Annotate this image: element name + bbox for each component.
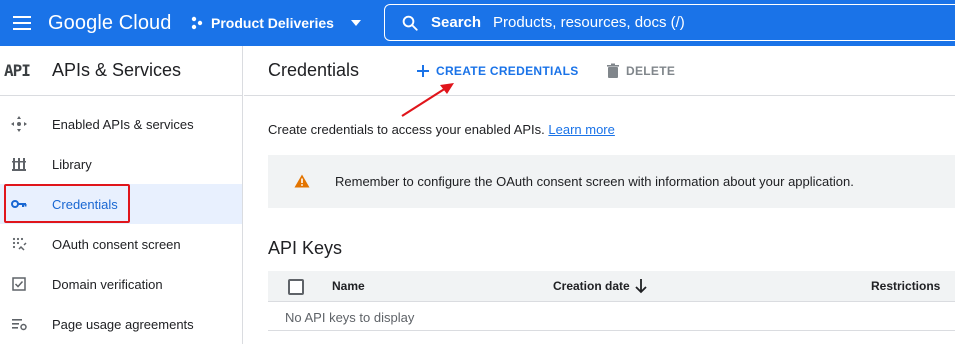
page-header: Credentials CREATE CREDENTIALS DELETE [244,46,955,96]
search-icon [402,15,418,31]
library-icon [10,155,28,173]
sidebar-item-oauth-consent[interactable]: OAuth consent screen [0,224,242,264]
empty-state-text: No API keys to display [285,310,415,325]
select-all-checkbox[interactable] [288,279,304,295]
column-header-restrictions[interactable]: Restrictions [871,279,940,293]
table-header-row: Name Creation date Restrictions [268,271,955,302]
google-cloud-logo[interactable]: Google Cloud [48,11,172,35]
create-credentials-button[interactable]: CREATE CREDENTIALS [416,59,579,83]
sidebar-item-label: Library [52,156,92,172]
intro-text: Create credentials to access your enable… [268,122,615,137]
sidebar-item-credentials[interactable]: Credentials [0,184,242,224]
sidebar-item-label: Enabled APIs & services [52,116,194,132]
page-title: Credentials [268,60,360,80]
intro-message: Create credentials to access your enable… [268,122,545,137]
trash-icon [607,63,619,78]
create-credentials-label: CREATE CREDENTIALS [436,64,579,78]
top-app-bar: Google Cloud Product Deliveries Search P… [0,0,955,46]
search-label: Search [431,14,482,31]
sidebar-item-domain-verification[interactable]: Domain verification [0,264,242,304]
sidebar-item-label: Page usage agreements [52,316,194,332]
sidebar-item-page-usage[interactable]: Page usage agreements [0,304,242,344]
search-bar[interactable]: Search Products, resources, docs (/) [384,4,955,41]
api-badge-icon: API [4,61,31,80]
sidebar-header: API APIs & Services [0,46,242,96]
table-row: No API keys to display [268,302,955,331]
sidebar-item-enabled-apis[interactable]: Enabled APIs & services [0,104,242,144]
chevron-down-icon [350,20,361,26]
settings-list-icon [10,315,28,333]
sidebar-item-library[interactable]: Library [0,144,242,184]
sort-arrow-down-icon[interactable] [634,278,648,294]
project-selector[interactable]: Product Deliveries [182,8,371,38]
delete-button[interactable]: DELETE [606,59,675,83]
api-keys-heading: API Keys [268,238,343,258]
oauth-notice-banner: Remember to configure the OAuth consent … [268,155,955,208]
plus-icon [417,65,429,77]
column-header-creation-date[interactable]: Creation date [553,279,630,293]
sidebar-title: APIs & Services [52,60,182,80]
hub-icon [10,115,28,133]
search-placeholder: Products, resources, docs (/) [493,14,685,31]
warning-icon [294,174,310,188]
menu-icon[interactable] [10,11,34,35]
sidebar-item-label: OAuth consent screen [52,236,181,252]
checkbox-icon [10,275,28,293]
learn-more-link[interactable]: Learn more [548,122,614,137]
notice-text: Remember to configure the OAuth consent … [335,174,854,189]
consent-icon [10,235,28,253]
key-icon [10,195,28,213]
delete-label: DELETE [626,64,676,78]
api-keys-table: Name Creation date Restrictions No API k… [268,271,955,331]
project-icon [191,16,203,30]
sidebar-item-label: Domain verification [52,276,163,292]
column-header-name[interactable]: Name [332,279,365,293]
sidebar-item-label: Credentials [52,196,118,212]
project-name: Product Deliveries [211,15,334,31]
